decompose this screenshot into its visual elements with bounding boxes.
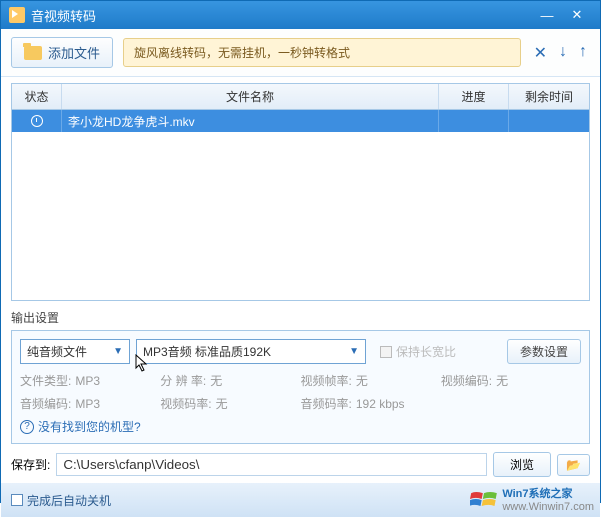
table-header: 状态 文件名称 进度 剩余时间 xyxy=(12,84,589,110)
col-time[interactable]: 剩余时间 xyxy=(509,84,589,109)
col-progress[interactable]: 进度 xyxy=(439,84,509,109)
watermark-brand: Win7系统之家 xyxy=(502,485,594,501)
app-window: 音视频转码 — ✕ 添加文件 旋风离线转码，无需挂机，一秒钟转格式 ✕ ↓ ↑ … xyxy=(0,0,601,503)
help-icon: ? xyxy=(20,420,34,434)
output-profile-combo[interactable]: MP3音频 标准品质192K ▼ xyxy=(136,339,366,364)
table-body: 李小龙HD龙争虎斗.mkv xyxy=(12,110,589,300)
chevron-down-icon: ▼ xyxy=(113,346,123,357)
vbitrate-info: 视频码率:无 xyxy=(160,395,300,412)
add-file-label: 添加文件 xyxy=(48,43,100,62)
help-text: 没有找到您的机型? xyxy=(38,418,141,435)
toolbar-actions: ✕ ↓ ↑ xyxy=(531,41,590,65)
close-button[interactable]: ✕ xyxy=(562,5,592,25)
file-table: 状态 文件名称 进度 剩余时间 李小龙HD龙争虎斗.mkv xyxy=(11,83,590,301)
windows-logo-icon xyxy=(470,489,498,509)
vcodec-info: 视频编码:无 xyxy=(441,372,581,389)
model-help-link[interactable]: ? 没有找到您的机型? xyxy=(20,418,581,435)
minimize-button[interactable]: — xyxy=(532,5,562,25)
output-profile-value: MP3音频 标准品质192K xyxy=(143,343,271,360)
hint-bar: 旋风离线转码，无需挂机，一秒钟转格式 xyxy=(123,38,521,67)
remove-icon[interactable]: ✕ xyxy=(531,41,550,65)
checkbox-icon xyxy=(380,346,392,358)
time-cell xyxy=(509,110,589,132)
save-path-input[interactable] xyxy=(56,453,487,476)
output-title: 输出设置 xyxy=(11,309,590,326)
output-type-combo[interactable]: 纯音频文件 ▼ xyxy=(20,339,130,364)
titlebar[interactable]: 音视频转码 — ✕ xyxy=(1,1,600,29)
chevron-down-icon: ▼ xyxy=(349,346,359,357)
filename-cell: 李小龙HD龙争虎斗.mkv xyxy=(62,110,439,132)
keep-ratio-label: 保持长宽比 xyxy=(396,343,456,360)
output-row1: 纯音频文件 ▼ MP3音频 标准品质192K ▼ 保持长宽比 参数设置 xyxy=(20,339,581,364)
auto-shutdown-checkbox[interactable]: 完成后自动关机 xyxy=(11,492,111,509)
abitrate-info: 音频码率:192 kbps xyxy=(301,395,441,412)
progress-cell xyxy=(439,110,509,132)
watermark: Win7系统之家 www.Winwin7.com xyxy=(470,485,594,513)
window-controls: — ✕ xyxy=(532,5,592,25)
acodec-info: 音频编码:MP3 xyxy=(20,395,160,412)
checkbox-icon xyxy=(11,494,23,506)
vfps-info: 视频帧率:无 xyxy=(301,372,441,389)
open-folder-button[interactable]: 📂 xyxy=(557,454,590,476)
output-info-grid: 文件类型:MP3 分 辨 率:无 视频帧率:无 视频编码:无 音频编码:MP3 … xyxy=(20,372,581,412)
col-name[interactable]: 文件名称 xyxy=(62,84,439,109)
window-title: 音视频转码 xyxy=(31,6,96,25)
output-panel: 纯音频文件 ▼ MP3音频 标准品质192K ▼ 保持长宽比 参数设置 文件类型… xyxy=(11,330,590,444)
add-file-button[interactable]: 添加文件 xyxy=(11,37,113,68)
toolbar: 添加文件 旋风离线转码，无需挂机，一秒钟转格式 ✕ ↓ ↑ xyxy=(1,29,600,77)
resolution-info: 分 辨 率:无 xyxy=(160,372,300,389)
browse-button[interactable]: 浏览 xyxy=(493,452,551,477)
save-row: 保存到: 浏览 📂 xyxy=(11,452,590,477)
params-button[interactable]: 参数设置 xyxy=(507,339,581,364)
folder-icon xyxy=(24,46,42,60)
col-status[interactable]: 状态 xyxy=(12,84,62,109)
output-type-value: 纯音频文件 xyxy=(27,343,87,360)
app-icon xyxy=(9,7,25,23)
move-down-icon[interactable]: ↓ xyxy=(556,41,570,65)
move-up-icon[interactable]: ↑ xyxy=(576,41,590,65)
pending-icon xyxy=(31,115,43,127)
status-bar: 完成后自动关机 Win7系统之家 www.Winwin7.com xyxy=(1,483,600,517)
file-type-info: 文件类型:MP3 xyxy=(20,372,160,389)
auto-shutdown-label: 完成后自动关机 xyxy=(27,492,111,509)
save-label: 保存到: xyxy=(11,456,50,473)
table-row[interactable]: 李小龙HD龙争虎斗.mkv xyxy=(12,110,589,132)
status-cell xyxy=(12,110,62,132)
keep-ratio-checkbox[interactable]: 保持长宽比 xyxy=(380,343,456,360)
output-section: 输出设置 纯音频文件 ▼ MP3音频 标准品质192K ▼ 保持长宽比 参数设置… xyxy=(11,309,590,444)
